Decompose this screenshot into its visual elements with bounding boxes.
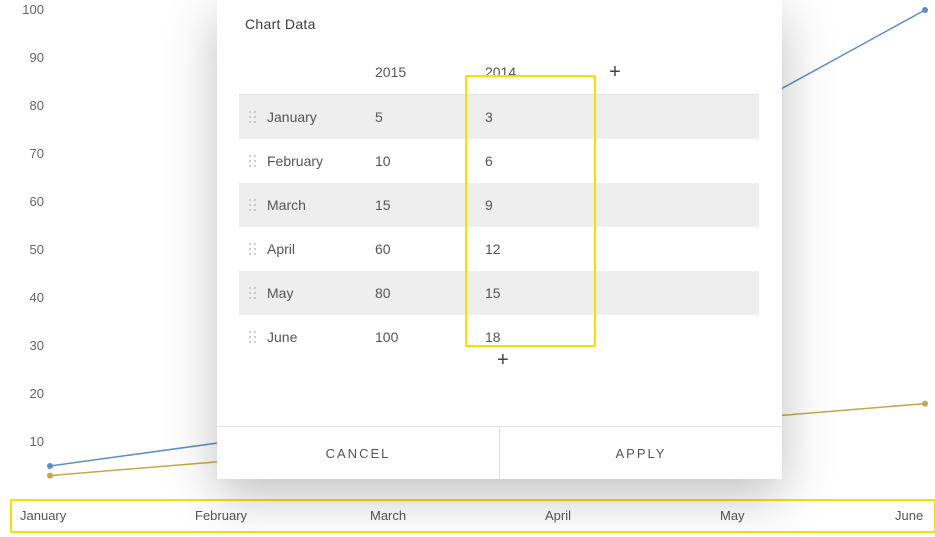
- month-cell[interactable]: January: [267, 109, 375, 125]
- value-cell-2014[interactable]: 12: [485, 241, 595, 257]
- table-row: January53: [239, 95, 759, 139]
- value-cell-2014[interactable]: 9: [485, 197, 595, 213]
- modal-footer: CANCEL APPLY: [217, 426, 782, 479]
- value-cell-2015[interactable]: 15: [375, 197, 485, 213]
- modal-title: Chart Data: [245, 16, 316, 32]
- x-tick: April: [545, 508, 571, 523]
- data-point: [922, 7, 928, 13]
- x-tick: January: [20, 508, 66, 523]
- drag-handle-icon[interactable]: [239, 155, 267, 168]
- x-axis-highlight: [10, 499, 935, 533]
- table-header: 2015 2014 +: [239, 50, 759, 95]
- value-cell-2015[interactable]: 5: [375, 109, 485, 125]
- apply-button[interactable]: APPLY: [499, 427, 782, 479]
- month-cell[interactable]: March: [267, 197, 375, 213]
- value-cell-2015[interactable]: 100: [375, 329, 485, 345]
- table-row: May8015: [239, 271, 759, 315]
- y-tick: 50: [0, 242, 44, 257]
- chart-data-table: 2015 2014 + January53February106March159…: [239, 50, 759, 359]
- y-tick: 70: [0, 146, 44, 161]
- data-point: [47, 473, 53, 479]
- column-header-2014[interactable]: 2014: [485, 64, 595, 80]
- value-cell-2014[interactable]: 6: [485, 153, 595, 169]
- value-cell-2014[interactable]: 18: [485, 329, 595, 345]
- table-row: March159: [239, 183, 759, 227]
- table-row: April6012: [239, 227, 759, 271]
- drag-handle-icon[interactable]: [239, 199, 267, 212]
- add-row-button[interactable]: +: [497, 350, 509, 371]
- y-tick: 40: [0, 290, 44, 305]
- y-tick: 100: [0, 2, 44, 17]
- chart-data-modal: Chart Data 2015 2014 + January53February…: [217, 0, 782, 479]
- month-cell[interactable]: June: [267, 329, 375, 345]
- x-tick: June: [895, 508, 923, 523]
- x-tick: February: [195, 508, 247, 523]
- y-tick: 20: [0, 386, 44, 401]
- month-cell[interactable]: April: [267, 241, 375, 257]
- month-cell[interactable]: May: [267, 285, 375, 301]
- value-cell-2015[interactable]: 10: [375, 153, 485, 169]
- plus-icon: +: [497, 349, 509, 371]
- column-header-2015[interactable]: 2015: [375, 64, 485, 80]
- value-cell-2015[interactable]: 80: [375, 285, 485, 301]
- table-row: February106: [239, 139, 759, 183]
- drag-handle-icon[interactable]: [239, 331, 267, 344]
- cancel-button[interactable]: CANCEL: [217, 427, 499, 479]
- drag-handle-icon[interactable]: [239, 243, 267, 256]
- value-cell-2014[interactable]: 3: [485, 109, 595, 125]
- x-tick: March: [370, 508, 406, 523]
- y-tick: 10: [0, 434, 44, 449]
- x-tick: May: [720, 508, 745, 523]
- add-column-button[interactable]: +: [609, 62, 621, 82]
- data-point: [47, 463, 53, 469]
- month-cell[interactable]: February: [267, 153, 375, 169]
- y-tick: 80: [0, 98, 44, 113]
- value-cell-2014[interactable]: 15: [485, 285, 595, 301]
- y-tick: 90: [0, 50, 44, 65]
- drag-handle-icon[interactable]: [239, 111, 267, 124]
- data-point: [922, 401, 928, 407]
- drag-handle-icon[interactable]: [239, 287, 267, 300]
- value-cell-2015[interactable]: 60: [375, 241, 485, 257]
- y-tick: 60: [0, 194, 44, 209]
- y-tick: 30: [0, 338, 44, 353]
